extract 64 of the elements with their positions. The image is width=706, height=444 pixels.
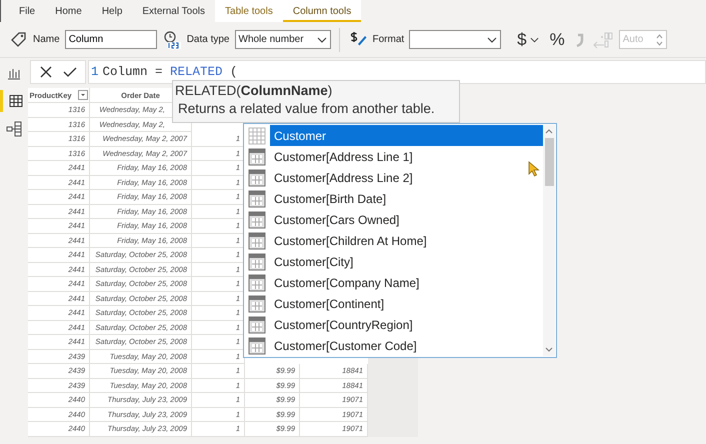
scrollbar-thumb[interactable] xyxy=(544,138,554,186)
bar-chart-icon xyxy=(7,66,21,80)
column-table-icon xyxy=(248,294,266,312)
suggestion-text: Customer[Address Line 2] xyxy=(273,170,414,186)
filter-dropdown-icon[interactable] xyxy=(78,90,88,100)
column-table-icon xyxy=(248,316,266,334)
suggestion-item[interactable]: Customer[Children At Home] xyxy=(245,230,543,251)
ribbon-tab[interactable]: File xyxy=(9,0,46,22)
caret-icon xyxy=(316,36,326,42)
column-table-icon xyxy=(248,190,266,208)
ribbon-tab[interactable]: Help xyxy=(92,0,132,22)
suggestion-item[interactable]: Customer[Continent] xyxy=(245,293,543,314)
suggestion-item[interactable]: Customer[Address Line 1] xyxy=(245,146,543,167)
cancel-icon[interactable] xyxy=(39,64,53,78)
tag-icon xyxy=(10,30,28,48)
suggestion-text: Customer[Customer Code] xyxy=(273,338,418,354)
commit-icon[interactable] xyxy=(63,64,77,78)
data-type-dropdown[interactable]: Whole number xyxy=(234,30,330,49)
caret-icon xyxy=(487,36,498,42)
ribbon-tab[interactable]: External Tools xyxy=(132,0,216,22)
scroll-down-icon[interactable] xyxy=(545,347,553,353)
suggestion-text: Customer[Continent] xyxy=(273,296,386,312)
scrollbar[interactable] xyxy=(543,125,555,356)
ribbon-tab[interactable]: Column tools xyxy=(282,0,362,22)
ribbon-tab[interactable]: Home xyxy=(45,0,92,22)
formula-editor[interactable]: 1 Column = RELATED ( xyxy=(88,60,706,84)
suggestion-text: Customer[City] xyxy=(273,254,354,270)
percent-button[interactable]: % xyxy=(546,30,568,50)
column-table-icon xyxy=(248,232,266,250)
ribbon-tab[interactable]: Table tools xyxy=(215,0,283,22)
model-icon xyxy=(6,121,22,137)
column-table-icon xyxy=(248,252,266,270)
data-type-label: Data type xyxy=(186,34,230,45)
suggestion-text: Customer[Address Line 1] xyxy=(273,148,414,166)
suggestion-text: Customer[Birth Date] xyxy=(273,190,388,208)
format-label: Format xyxy=(372,34,404,45)
suggestion-item[interactable]: Customer[Customer Code] xyxy=(245,335,543,356)
name-field[interactable]: Column xyxy=(64,30,157,49)
suggestion-text: Customer[Cars Owned] xyxy=(273,212,400,228)
scroll-up-icon[interactable] xyxy=(545,128,553,134)
suggestion-item[interactable]: Customer[Company Name] xyxy=(245,272,543,293)
column-table-icon xyxy=(248,336,266,354)
caret-icon xyxy=(530,36,539,42)
name-label: Name xyxy=(33,34,60,45)
clock-number-icon xyxy=(162,30,182,50)
suggestion-text: Customer[Children At Home] xyxy=(273,232,428,250)
column-table-icon xyxy=(248,274,266,292)
suggestion-item[interactable]: Customer[Address Line 2] xyxy=(245,167,543,188)
suggestion-text: Customer[Company Name] xyxy=(273,274,420,292)
suggestion-item[interactable]: Customer[Cars Owned] xyxy=(245,209,543,230)
cursor-icon xyxy=(528,161,540,177)
currency-button[interactable]: $ xyxy=(514,30,542,50)
column-table-icon xyxy=(248,148,266,166)
suggestion-item[interactable]: Customer[CountryRegion] xyxy=(245,314,543,335)
format-dropdown[interactable] xyxy=(409,30,502,49)
suggestion-item[interactable]: Customer[City] xyxy=(245,251,543,272)
column-table-icon xyxy=(248,210,266,228)
suggestion-text: Customer[CountryRegion] xyxy=(273,316,414,334)
line-number: 1 xyxy=(90,64,100,78)
column-table-icon xyxy=(248,168,266,186)
formula-text: Column = RELATED ( xyxy=(102,64,238,78)
table-icon xyxy=(248,126,266,144)
suggestion-item[interactable]: Customer[Birth Date] xyxy=(245,188,543,209)
table-icon xyxy=(8,94,22,108)
